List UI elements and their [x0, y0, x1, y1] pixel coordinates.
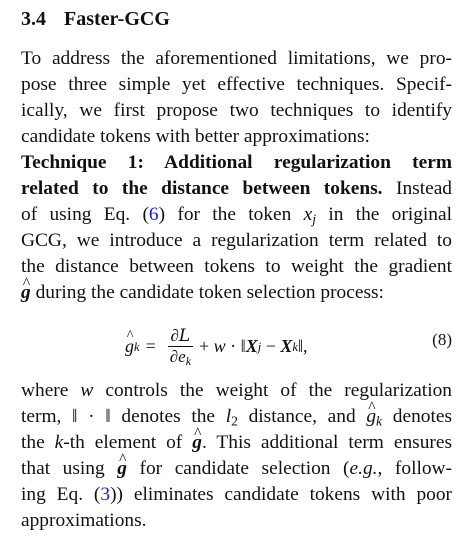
intro-line: candidate tokens with better approximati…: [21, 126, 370, 147]
technique-title-line2: related to the distance between tokens. …: [21, 176, 452, 202]
eq-plus: +: [198, 336, 214, 356]
text-span: in the original: [328, 204, 452, 225]
eq-norm-close: ‖,: [298, 336, 308, 356]
text-span: controls the weight of the regularizatio…: [105, 380, 452, 401]
paragraph-line: the distance between tokens to weight th…: [21, 256, 452, 277]
text-span: the: [21, 432, 45, 453]
text-italic: e.g.: [349, 458, 378, 479]
math-var: x: [303, 204, 313, 225]
eq-X-k: X: [280, 336, 293, 356]
eq-equals: =: [145, 336, 156, 356]
paragraph-line: the k-th element of g. This additional t…: [21, 430, 452, 456]
text-span: term, ‖ · ‖ denotes the: [21, 406, 216, 427]
equation-8: gk = ∂L ∂ek + w · ‖Xj − Xk‖, (8): [21, 320, 452, 372]
section-heading: 3.4 Faster-GCG: [21, 6, 452, 32]
eq-numerator: ∂L: [167, 326, 194, 347]
eq-den-text: ∂e: [169, 347, 186, 366]
paragraph-line: approximations.: [21, 510, 147, 531]
eq-partial: ∂: [170, 326, 179, 345]
math-g-hat: g: [117, 456, 127, 482]
eq-w: w: [213, 336, 226, 356]
math-var: w: [80, 380, 94, 401]
intro-line: To address the aforementioned limitation…: [21, 48, 452, 69]
text-span: )) eliminates candidate tokens with poor: [110, 484, 452, 505]
text-span: for candidate selection (: [139, 458, 350, 479]
text-span: ) for the token: [158, 204, 292, 225]
text-span: that using: [21, 458, 105, 479]
math-var: k: [54, 432, 64, 453]
text-span: distance, and: [248, 406, 356, 427]
math-sub: 2: [231, 413, 238, 429]
text-span: Instead: [396, 178, 452, 199]
eq-loss-symbol: L: [178, 326, 191, 346]
paragraph-line: g during the candidate token selection p…: [21, 280, 452, 306]
text-span: , follow-: [377, 458, 453, 479]
math-sub: k: [376, 413, 383, 429]
text-span: where: [21, 380, 69, 401]
text-span: of using Eq. (: [21, 204, 149, 225]
eq-norm-open: · ‖: [225, 336, 246, 356]
intro-line: ically, we first propose two techniques …: [21, 100, 452, 121]
equation-number: (8): [432, 330, 452, 349]
technique-title-cont: related to the distance between tokens.: [21, 178, 383, 199]
math-g-hat: g: [192, 430, 202, 456]
paragraph-line: ing Eq. (3)) eliminates candidate tokens…: [21, 482, 452, 508]
math-sub: j: [312, 211, 317, 227]
paragraph-line: that using g for candidate selection (e.…: [21, 456, 452, 482]
intro-line: pose three simple yet effective techniqu…: [21, 74, 452, 95]
text-span: during the candidate token selection pro…: [35, 282, 384, 303]
eq-minus: −: [261, 336, 281, 356]
section-title: Faster-GCG: [64, 8, 170, 30]
paragraph-line: where w controls the weight of the regul…: [21, 378, 452, 404]
math-g-hat: g: [21, 280, 31, 306]
eq-lhs-var: g: [125, 336, 134, 357]
text-span: ing Eq. (: [21, 484, 101, 505]
technique-title-line: Technique 1: Additional regularization t…: [21, 152, 452, 173]
eq-X-j: X: [245, 336, 258, 356]
text-span: denotes: [392, 406, 452, 427]
paragraph-line: term, ‖ · ‖ denotes the l2 distance, and…: [21, 404, 452, 430]
eq-fraction: ∂L ∂ek: [167, 326, 194, 367]
paper-page: 3.4 Faster-GCG To address the aforementio…: [0, 0, 470, 538]
equation-ref-link[interactable]: 6: [149, 204, 159, 225]
text-span: . This additional term ensures: [201, 432, 452, 453]
eq-den-sub: k: [185, 353, 191, 368]
paragraph-line: of using Eq. (6) for the token xj in the…: [21, 202, 452, 228]
paragraph-line: GCG, we introduce a regularization term …: [21, 230, 452, 251]
equation-body: gk = ∂L ∂ek + w · ‖Xj − Xk‖,: [125, 326, 308, 367]
math-g-hat: g: [366, 404, 376, 430]
section-number: 3.4: [21, 8, 46, 30]
eq-denominator: ∂ek: [167, 347, 194, 367]
equation-ref-link[interactable]: 3: [100, 484, 110, 505]
